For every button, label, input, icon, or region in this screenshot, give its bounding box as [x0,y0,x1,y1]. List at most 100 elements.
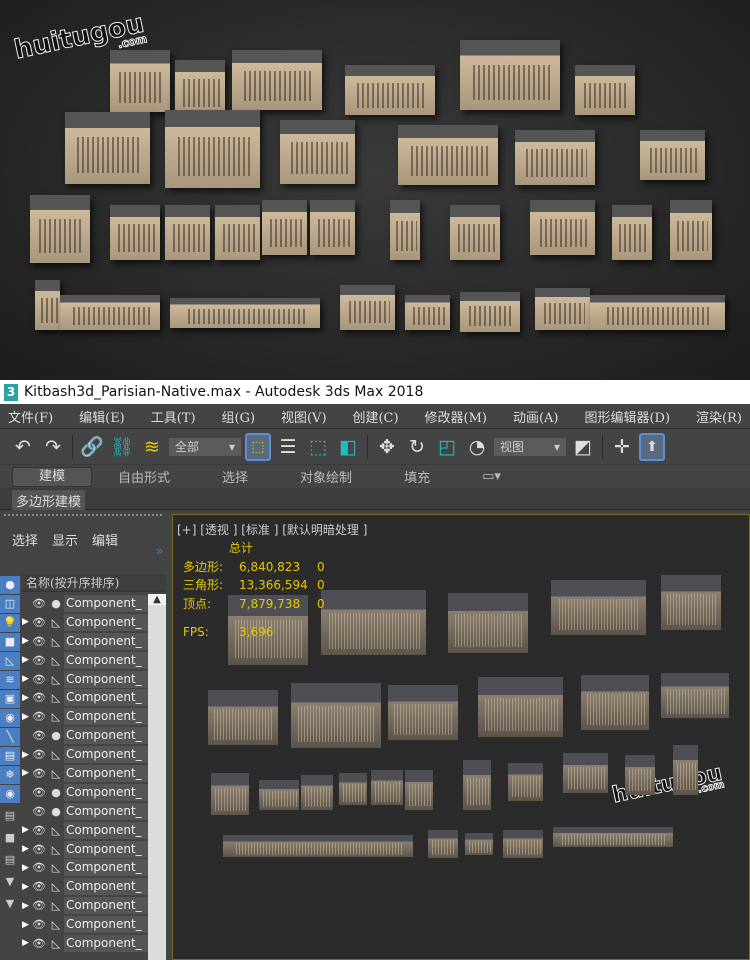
object-name[interactable]: Component_ [64,746,148,764]
object-name[interactable]: Component_ [64,934,148,952]
menu-item[interactable]: 文件(F) [8,407,53,426]
display-helpers-icon[interactable]: ◺ [0,652,20,670]
bind-space-warp-icon[interactable]: ≋ [139,433,165,461]
eye-icon[interactable]: 👁 [32,673,48,686]
eye-icon[interactable]: 👁 [32,918,48,931]
expand-arrow-icon[interactable]: ▶ [22,617,32,627]
perspective-viewport[interactable]: [+] [透视 ] [标准 ] [默认明暗处理 ] 总计 多边形: 6,840,8… [172,514,750,960]
object-name[interactable]: Component_ [64,727,148,745]
eye-icon[interactable]: 👁 [32,691,48,704]
ribbon-tab[interactable]: 选择 [196,467,274,486]
list-item[interactable]: 👁 ● Component_ [22,594,148,613]
ribbon-tab[interactable]: 建模 [12,466,93,487]
list-item[interactable]: ▶ 👁 ◺ Component_ [22,764,148,783]
list-scrollbar[interactable]: ▲ [148,594,166,960]
ribbon-tab[interactable]: 填充 [378,467,456,486]
list-item[interactable]: ▶ 👁 ◺ Component_ [22,877,148,896]
expand-arrow-icon[interactable]: ▶ [22,920,32,930]
object-name[interactable]: Component_ [64,613,148,631]
object-name[interactable]: Component_ [64,764,148,782]
rotate-icon[interactable]: ↻ [404,433,430,461]
expand-arrow-icon[interactable]: ▶ [22,674,32,684]
object-name[interactable]: Component_ [64,670,148,688]
ribbon-tab[interactable]: 对象绘制 [274,467,378,486]
reference-coord-dropdown[interactable]: 视图 ▾ [494,437,566,456]
select-manipulate-icon[interactable]: ✛ [609,433,635,461]
keyboard-shortcut-override-icon[interactable]: ⬆ [639,432,665,461]
expand-arrow-icon[interactable]: ▶ [22,750,32,760]
display-hidden-icon[interactable]: ◉ [0,785,20,803]
eye-icon[interactable]: 👁 [32,843,48,856]
eye-icon[interactable]: 👁 [32,861,48,874]
explorer-menu-item[interactable]: 选择 [12,530,38,576]
eye-icon[interactable]: 👁 [32,767,48,780]
selection-filter-dropdown[interactable]: 全部 ▾ [169,437,241,456]
object-name[interactable]: Component_ [64,783,148,801]
menu-item[interactable]: 创建(C) [352,407,398,426]
expand-arrow-icon[interactable]: ▶ [22,882,32,892]
list-item[interactable]: ▶ 👁 ◺ Component_ [22,915,148,934]
object-name[interactable]: Component_ [64,859,148,877]
eye-icon[interactable]: 👁 [32,824,48,837]
list-item[interactable]: ▶ 👁 ◺ Component_ [22,688,148,707]
list-item[interactable]: ▶ 👁 ◺ Component_ [22,613,148,632]
list-item[interactable]: ▶ 👁 ◺ Component_ [22,632,148,651]
object-name[interactable]: Component_ [64,632,148,650]
move-icon[interactable]: ✥ [374,433,400,461]
expand-chevron-icon[interactable]: » [156,544,163,558]
display-xrefs-icon[interactable]: ◉ [0,709,20,727]
filter-options-icon[interactable]: ▼ [0,895,20,913]
eye-icon[interactable]: 👁 [32,805,48,818]
eye-icon[interactable]: 👁 [32,937,48,950]
object-name[interactable]: Component_ [64,594,148,612]
eye-icon[interactable]: 👁 [32,729,48,742]
filter-icon[interactable]: ▼ [0,873,20,891]
list-item[interactable]: ▶ 👁 ◺ Component_ [22,670,148,689]
display-lights-icon[interactable]: 💡 [0,614,20,632]
expand-arrow-icon[interactable]: ▶ [22,655,32,665]
object-name[interactable]: Component_ [64,821,148,839]
pivot-center-icon[interactable]: ◩ [570,433,596,461]
menu-item[interactable]: 图形编辑器(D) [584,407,670,426]
expand-arrow-icon[interactable]: ▶ [22,938,32,948]
ribbon-tab[interactable]: 自由形式 [92,467,196,486]
ribbon-more-icon[interactable]: ▭▾ [456,469,527,484]
eye-icon[interactable]: 👁 [32,710,48,723]
object-name[interactable]: Component_ [64,840,148,858]
window-crossing-icon[interactable]: ◧ [335,433,361,461]
display-shapes-icon[interactable]: ◫ [0,595,20,613]
menu-item[interactable]: 渲染(R) [696,407,742,426]
rectangular-selection-icon[interactable]: ⬚ [305,433,331,461]
expand-arrow-icon[interactable]: ▶ [22,636,32,646]
list-item[interactable]: ▶ 👁 ◺ Component_ [22,821,148,840]
expand-arrow-icon[interactable]: ▶ [22,844,32,854]
eye-icon[interactable]: 👁 [32,654,48,667]
redo-icon[interactable]: ↷ [40,433,66,461]
list-item[interactable]: ▶ 👁 ◺ Component_ [22,840,148,859]
display-groups-icon[interactable]: ▣ [0,690,20,708]
polygon-modeling-panel[interactable]: 多边形建模 [12,490,86,511]
object-name[interactable]: Component_ [64,897,148,915]
list-item[interactable]: ▶ 👁 ◺ Component_ [22,745,148,764]
menu-item[interactable]: 修改器(M) [425,407,487,426]
display-bones-icon[interactable]: ╲ [0,728,20,746]
list-item[interactable]: ▶ 👁 ◺ Component_ [22,896,148,915]
expand-arrow-icon[interactable]: ▶ [22,712,32,722]
object-name[interactable]: Component_ [64,708,148,726]
eye-icon[interactable]: 👁 [32,748,48,761]
menu-item[interactable]: 组(G) [222,407,256,426]
menu-item[interactable]: 工具(T) [151,407,196,426]
scroll-up-icon[interactable]: ▲ [148,594,166,605]
expand-arrow-icon[interactable]: ▶ [22,863,32,873]
explorer-menu-item[interactable]: 显示 [52,530,78,576]
display-all-icon[interactable]: ▤ [0,807,20,825]
list-item[interactable]: 👁 ● Component_ [22,783,148,802]
unlink-icon[interactable]: ⛓ [109,433,135,461]
object-name[interactable]: Component_ [64,878,148,896]
list-item[interactable]: 👁 ● Component_ [22,726,148,745]
invert-display-icon[interactable]: ▤ [0,851,20,869]
display-cameras-icon[interactable]: ■ [0,633,20,651]
eye-icon[interactable]: 👁 [32,616,48,629]
list-item[interactable]: ▶ 👁 ◺ Component_ [22,651,148,670]
display-containers-icon[interactable]: ▤ [0,747,20,765]
